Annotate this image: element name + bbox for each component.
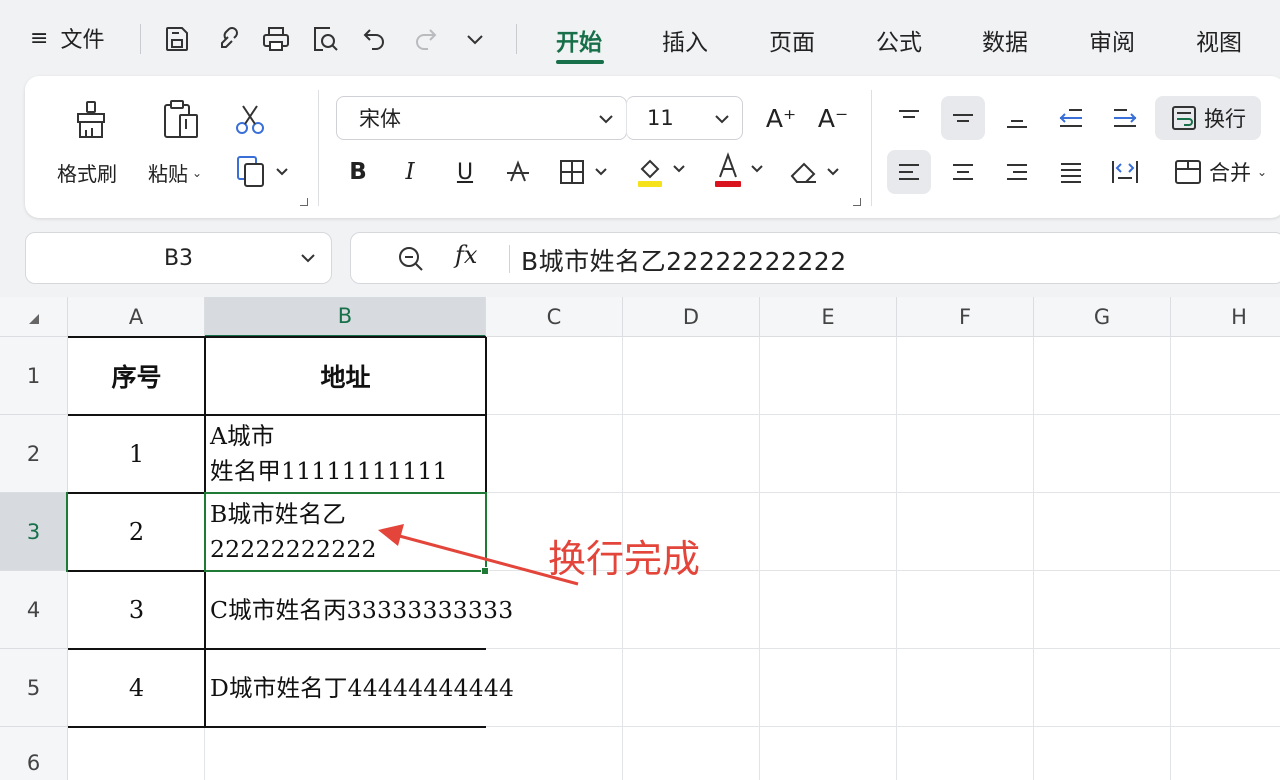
file-menu-label[interactable]: 文件 (60, 22, 104, 54)
align-top-icon[interactable] (887, 96, 931, 140)
formula-divider (509, 245, 510, 273)
tab-insert[interactable]: 插入 (662, 22, 708, 58)
group-divider (871, 90, 872, 206)
tab-data[interactable]: 数据 (982, 22, 1028, 58)
active-tab-indicator (556, 60, 604, 64)
font-size-select[interactable]: 11 (626, 96, 743, 140)
align-center-icon[interactable] (941, 150, 985, 194)
wrap-text-button[interactable]: 换行 (1155, 96, 1261, 140)
formula-bar[interactable]: fx B城市姓名乙22222222222 (350, 232, 1280, 284)
fill-color-icon[interactable] (633, 148, 693, 194)
spreadsheet-grid[interactable]: A B C D E F G H 1 2 3 4 5 6 序号 地址 1 A城市 … (0, 297, 1280, 780)
chevron-down-icon[interactable]: ⌄ (1257, 165, 1267, 179)
italic-button[interactable]: I (395, 152, 425, 192)
zoom-search-icon[interactable] (397, 245, 425, 273)
group-divider (318, 90, 319, 206)
decrease-indent-icon[interactable] (1049, 96, 1093, 140)
hamburger-icon[interactable]: ≡ (30, 26, 48, 51)
align-middle-icon[interactable] (941, 96, 985, 140)
chevron-down-icon[interactable]: ⌄ (192, 166, 202, 180)
cell-b2[interactable]: A城市 姓名甲11111111111 (205, 419, 486, 493)
paste-label[interactable]: 粘贴 ⌄ (148, 158, 202, 187)
cell-b5[interactable]: D城市姓名丁44444444444 (205, 671, 565, 711)
menu-bar: ≡ 文件 开始 插入 页面 公式 数据 审阅 视图 (0, 0, 1280, 78)
borders-icon[interactable] (557, 152, 617, 192)
file-menu[interactable]: ≡ 文件 (30, 22, 104, 54)
font-name-value[interactable]: 宋体 (359, 103, 401, 133)
chevron-down-icon[interactable] (299, 249, 317, 267)
function-icon[interactable]: fx (455, 241, 477, 269)
distributed-align-icon[interactable] (1103, 150, 1147, 194)
align-left-icon[interactable] (887, 150, 931, 194)
chevron-down-icon[interactable] (597, 110, 615, 128)
format-painter-label[interactable]: 格式刷 (57, 158, 117, 187)
tab-review[interactable]: 审阅 (1089, 22, 1135, 58)
formula-input[interactable]: B城市姓名乙22222222222 (521, 242, 847, 278)
cell-a5[interactable]: 4 (68, 649, 205, 727)
justify-icon[interactable] (1049, 150, 1093, 194)
row-selection-indicator (66, 492, 68, 572)
cell-a4[interactable]: 3 (68, 571, 205, 649)
name-box[interactable]: B3 (25, 232, 332, 284)
increase-indent-icon[interactable] (1103, 96, 1147, 140)
merge-cells-button[interactable]: 合并 ⌄ (1161, 150, 1279, 194)
cell-a1[interactable]: 序号 (68, 337, 205, 415)
dialog-launcher-icon[interactable] (300, 198, 308, 206)
brush-link-icon[interactable] (212, 22, 246, 56)
redo-icon[interactable] (408, 22, 442, 56)
tab-formula[interactable]: 公式 (876, 22, 922, 58)
strikethrough-icon[interactable] (503, 152, 533, 192)
font-size-value[interactable]: 11 (647, 106, 674, 130)
more-chevron-icon[interactable] (458, 22, 492, 56)
cell-reference[interactable]: B3 (164, 246, 193, 271)
annotation-label: 换行完成 (548, 537, 701, 581)
font-name-select[interactable]: 宋体 (336, 96, 627, 140)
chevron-down-icon[interactable] (713, 110, 731, 128)
menu-divider (140, 24, 141, 54)
font-grow-button[interactable]: A⁺ (763, 98, 799, 138)
format-painter-icon[interactable] (69, 98, 113, 142)
bold-button[interactable]: B (343, 152, 373, 192)
paste-label-text[interactable]: 粘贴 (148, 158, 188, 187)
merge-cells-icon (1174, 160, 1201, 184)
wrap-text-icon (1172, 106, 1196, 130)
print-icon[interactable] (259, 22, 293, 56)
print-preview-icon[interactable] (308, 22, 342, 56)
tab-home[interactable]: 开始 (556, 22, 602, 58)
wrap-text-label[interactable]: 换行 (1204, 103, 1246, 133)
font-shrink-button[interactable]: A⁻ (815, 98, 851, 138)
paste-icon[interactable] (158, 98, 204, 142)
save-icon[interactable] (160, 22, 194, 56)
cell-b1[interactable]: 地址 (205, 337, 486, 415)
cell-a2[interactable]: 1 (68, 415, 205, 493)
copy-icon[interactable] (235, 152, 291, 192)
underline-button[interactable]: U (450, 152, 480, 192)
cell-b4[interactable]: C城市姓名丙33333333333 (205, 593, 565, 633)
undo-icon[interactable] (358, 22, 392, 56)
align-right-icon[interactable] (995, 150, 1039, 194)
align-bottom-icon[interactable] (995, 96, 1039, 140)
dialog-launcher-icon[interactable] (853, 198, 861, 206)
ribbon: 格式刷 粘贴 ⌄ 宋体 11 A⁺ A⁻ B I U 换行 合并 ⌄ (25, 76, 1280, 218)
menu-divider (516, 24, 517, 54)
tab-view[interactable]: 视图 (1196, 22, 1242, 58)
eraser-icon[interactable] (787, 152, 847, 192)
font-color-icon[interactable] (711, 148, 771, 194)
merge-cells-label[interactable]: 合并 (1209, 157, 1251, 187)
tab-page[interactable]: 页面 (769, 22, 815, 58)
cell-a3[interactable]: 2 (68, 493, 205, 571)
cut-icon[interactable] (230, 100, 270, 140)
